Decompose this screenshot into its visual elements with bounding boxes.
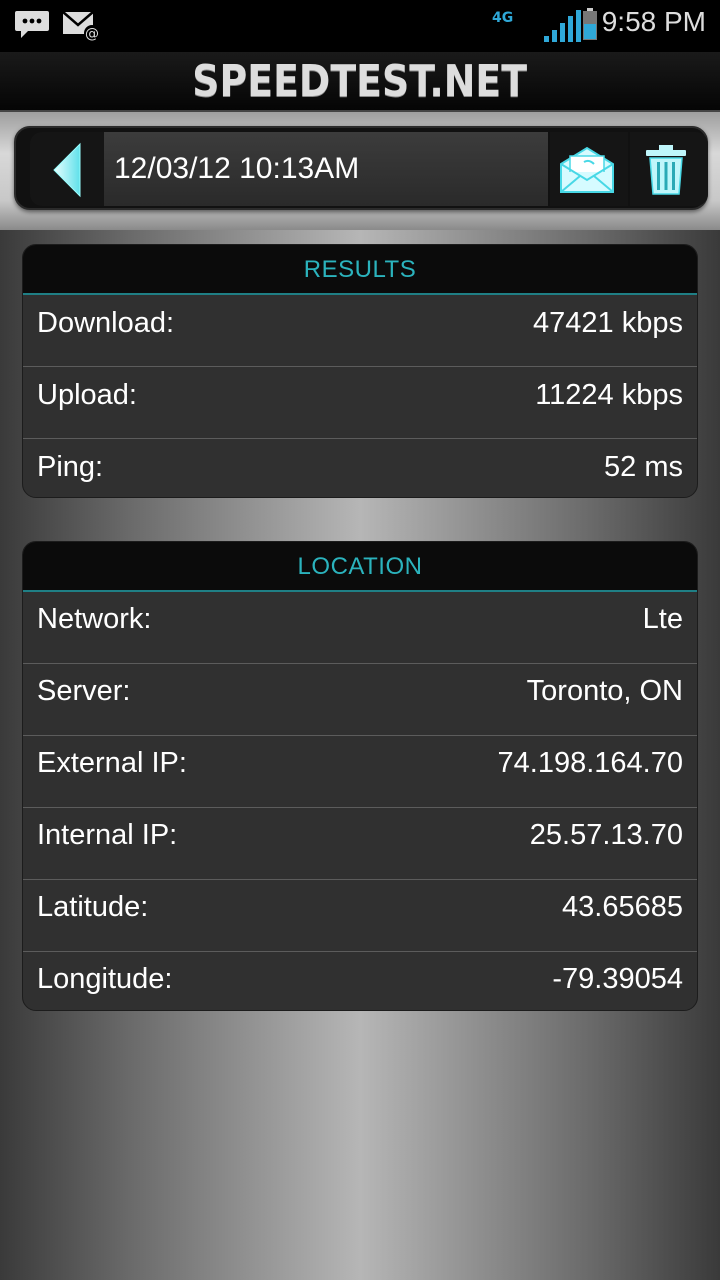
delete-button[interactable] xyxy=(630,132,708,206)
upload-value: 11224 kbps xyxy=(535,379,683,411)
location-header: LOCATION xyxy=(23,542,697,592)
server-label: Server: xyxy=(37,675,131,707)
status-time: 9:58 PM xyxy=(601,6,706,37)
results-header: RESULTS xyxy=(23,245,697,295)
status-bar: @ 4G 9:58 PM xyxy=(0,0,720,52)
share-email-button[interactable] xyxy=(550,132,628,206)
internal-ip-value: 25.57.13.70 xyxy=(529,819,683,851)
external-ip-row: External IP: 74.198.164.70 xyxy=(23,736,697,808)
server-value: Toronto, ON xyxy=(526,675,683,707)
email-notification-icon: @ xyxy=(62,11,100,42)
chat-notification-icon xyxy=(15,11,49,38)
share-email-icon xyxy=(560,146,614,193)
ping-label: Ping: xyxy=(37,451,104,483)
network-row: Network: Lte xyxy=(23,592,697,664)
battery-icon xyxy=(583,8,597,40)
latitude-label: Latitude: xyxy=(37,891,149,923)
longitude-row: Longitude: -79.39054 xyxy=(23,952,697,1010)
internal-ip-row: Internal IP: 25.57.13.70 xyxy=(23,808,697,880)
longitude-label: Longitude: xyxy=(37,963,173,995)
longitude-value: -79.39054 xyxy=(552,963,683,995)
result-toolbar: 12/03/12 10:13AM xyxy=(14,126,708,210)
external-ip-value: 74.198.164.70 xyxy=(497,747,683,779)
download-label: Download: xyxy=(37,307,175,339)
latitude-value: 43.65685 xyxy=(562,891,683,923)
internal-ip-label: Internal IP: xyxy=(37,819,178,851)
location-panel: LOCATION Network: Lte Server: Toronto, O… xyxy=(22,541,698,1011)
back-button[interactable] xyxy=(30,132,104,206)
download-row: Download: 47421 kbps xyxy=(23,295,697,367)
ping-row: Ping: 52 ms xyxy=(23,439,697,497)
download-value: 47421 kbps xyxy=(533,307,683,339)
latitude-row: Latitude: 43.65685 xyxy=(23,880,697,952)
trash-icon xyxy=(646,145,686,195)
signal-icon xyxy=(544,10,581,42)
upload-label: Upload: xyxy=(37,379,137,411)
app-title-bar: SPEEDTEST.NET xyxy=(0,52,720,112)
external-ip-label: External IP: xyxy=(37,747,187,779)
server-row: Server: Toronto, ON xyxy=(23,664,697,736)
svg-text:@: @ xyxy=(85,26,99,42)
ping-value: 52 ms xyxy=(604,451,683,483)
upload-row: Upload: 11224 kbps xyxy=(23,367,697,439)
app-title: SPEEDTEST.NET xyxy=(192,56,528,107)
network-label: Network: xyxy=(37,603,152,635)
network-value: Lte xyxy=(642,603,683,635)
results-panel: RESULTS Download: 47421 kbps Upload: 112… xyxy=(22,244,698,498)
back-arrow-icon xyxy=(53,142,81,198)
test-date: 12/03/12 10:13AM xyxy=(104,132,548,206)
network-type-label: 4G xyxy=(492,10,514,26)
